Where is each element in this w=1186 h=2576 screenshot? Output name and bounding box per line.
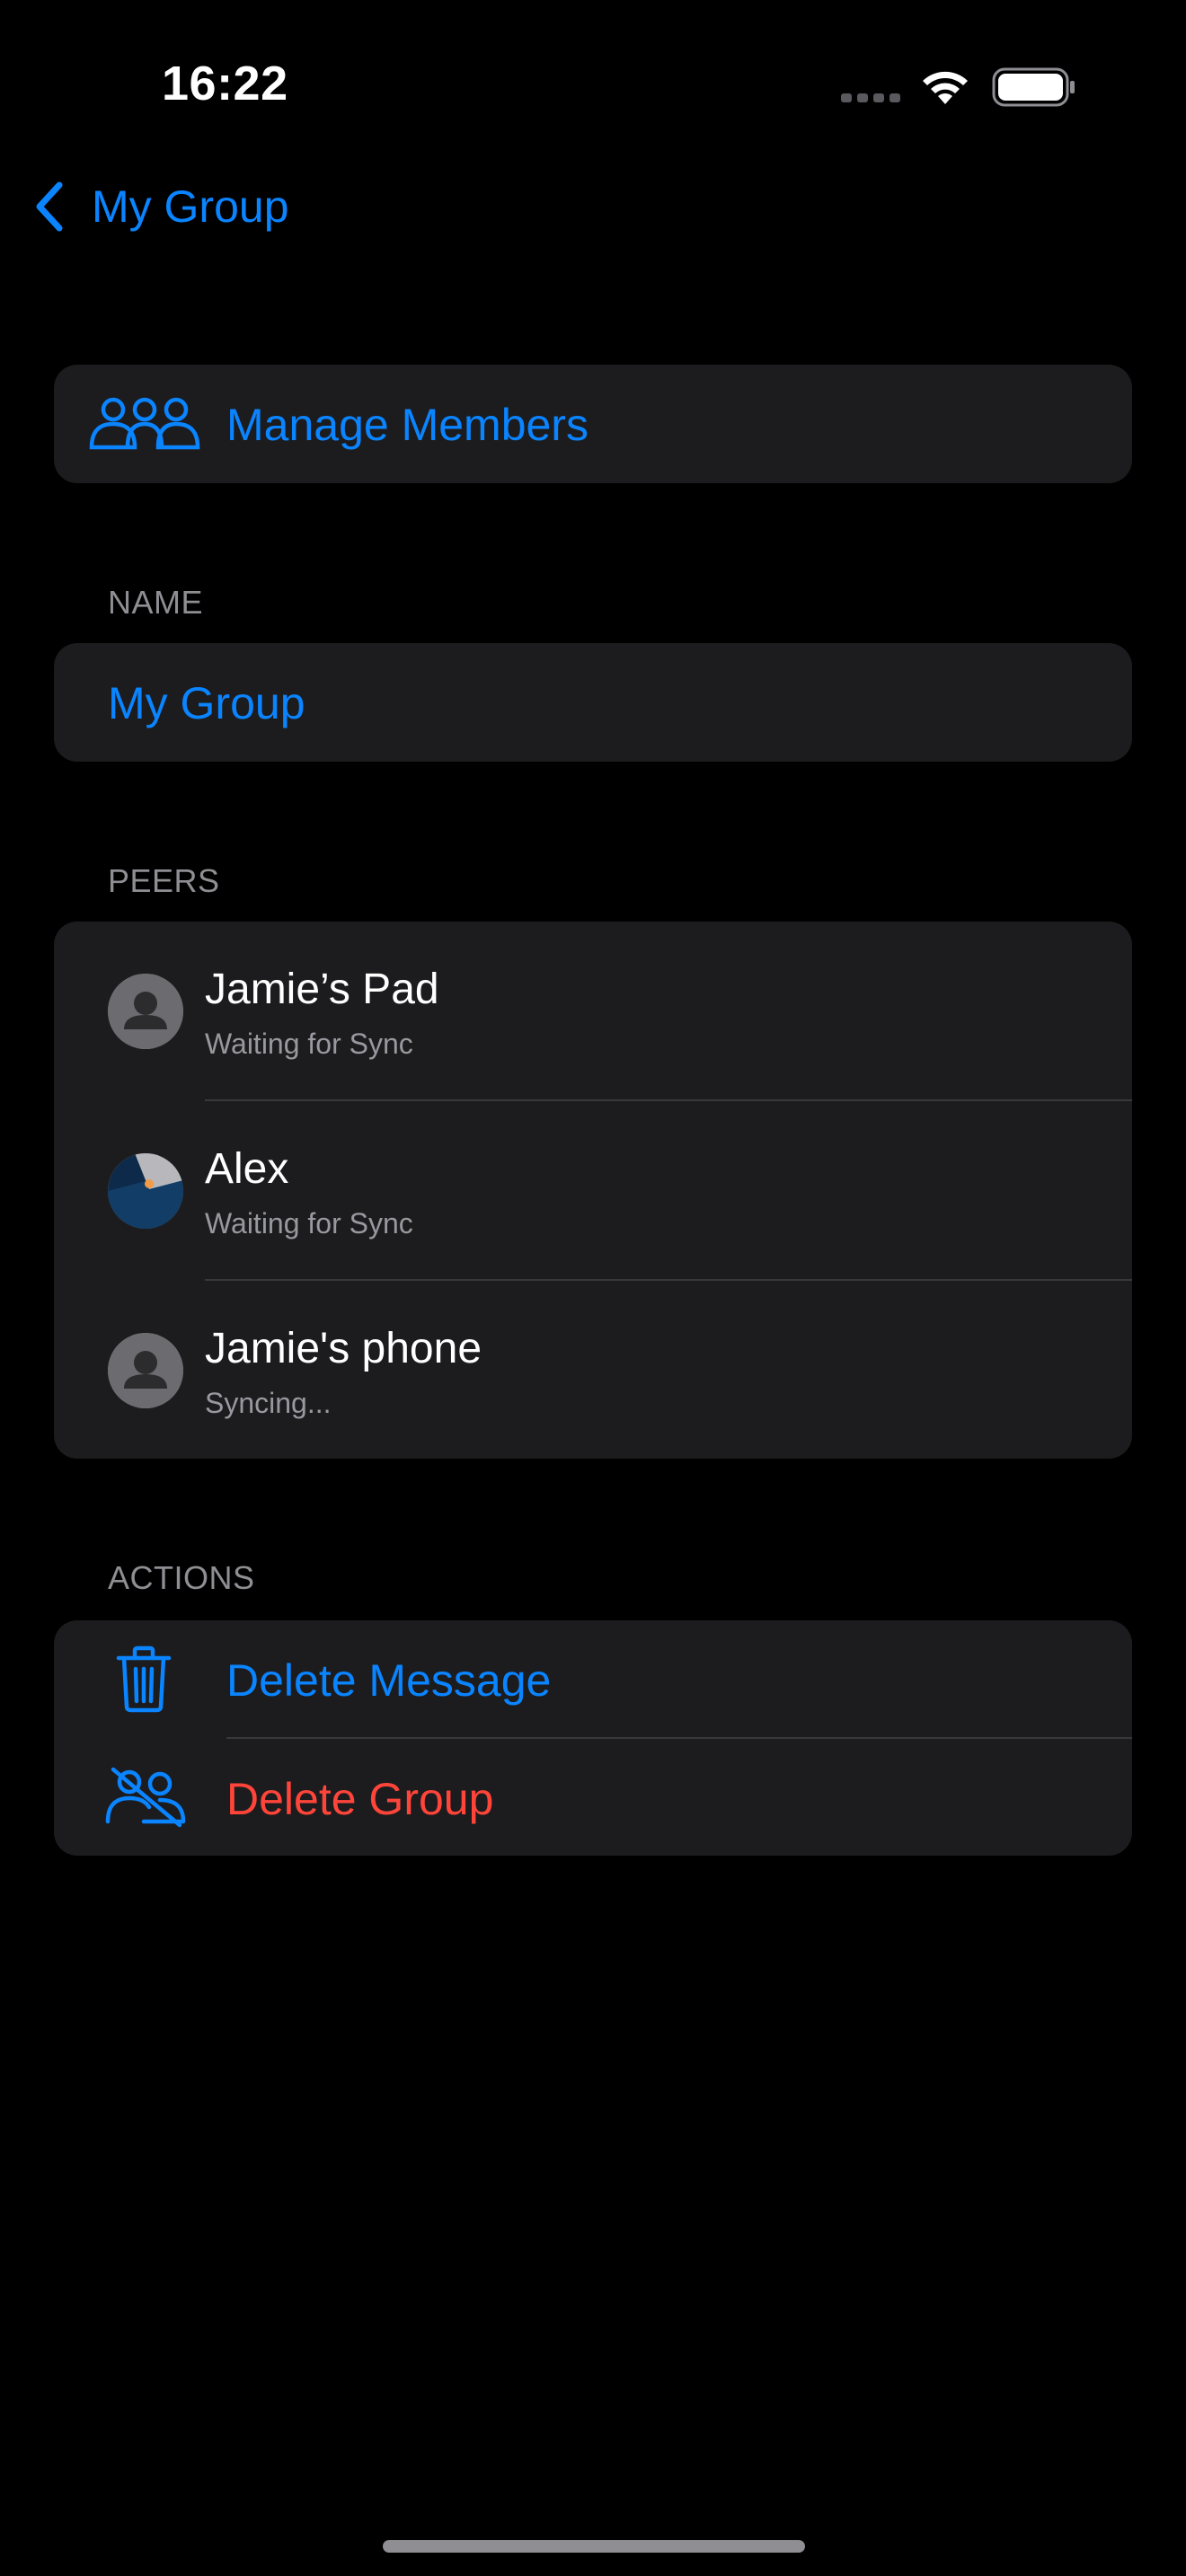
status-time: 16:22 bbox=[162, 57, 288, 110]
trash-icon bbox=[116, 1645, 172, 1713]
home-indicator bbox=[383, 2540, 805, 2553]
cellular-signal-icon bbox=[841, 93, 900, 102]
back-label: My Group bbox=[92, 181, 289, 232]
peers-section-header: PEERS bbox=[108, 862, 220, 899]
wifi-icon bbox=[923, 71, 968, 104]
delete-group-label: Delete Group bbox=[226, 1774, 494, 1824]
peer-name: Jamie's phone bbox=[205, 1325, 482, 1372]
remove-group-icon bbox=[105, 1767, 186, 1828]
manage-members-label: Manage Members bbox=[226, 400, 589, 450]
avatar bbox=[108, 1153, 183, 1229]
actions-section-header: ACTIONS bbox=[108, 1559, 255, 1596]
peer-status: Syncing... bbox=[205, 1387, 332, 1419]
person-avatar-icon bbox=[108, 974, 183, 1049]
peer-name: Alex bbox=[205, 1145, 289, 1193]
back-button[interactable]: My Group bbox=[32, 180, 289, 234]
delete-group-button[interactable]: Delete Group bbox=[54, 1739, 1132, 1856]
battery-icon bbox=[992, 67, 1075, 107]
peers-list: Jamie’s Pad Waiting for Sync Alex Waitin… bbox=[54, 922, 1132, 1459]
name-section-header: NAME bbox=[108, 584, 204, 621]
peer-row[interactable]: Jamie’s Pad Waiting for Sync bbox=[54, 922, 1132, 1101]
group-name-value: My Group bbox=[108, 678, 305, 728]
manage-members-button[interactable]: Manage Members bbox=[54, 365, 1132, 483]
peer-status: Waiting for Sync bbox=[205, 1028, 413, 1060]
chevron-left-icon bbox=[36, 181, 63, 232]
person-avatar-icon bbox=[108, 1333, 183, 1408]
delete-message-button[interactable]: Delete Message bbox=[54, 1620, 1132, 1739]
peer-row[interactable]: Alex Waiting for Sync bbox=[54, 1101, 1132, 1281]
group-members-icon bbox=[89, 397, 200, 450]
peer-row[interactable]: Jamie's phone Syncing... bbox=[54, 1281, 1132, 1459]
delete-message-label: Delete Message bbox=[226, 1655, 552, 1706]
peer-name: Jamie’s Pad bbox=[205, 966, 439, 1013]
group-name-field[interactable]: My Group bbox=[54, 643, 1132, 762]
peer-status: Waiting for Sync bbox=[205, 1207, 413, 1239]
actions-list: Delete Message Delete Group bbox=[54, 1620, 1132, 1856]
